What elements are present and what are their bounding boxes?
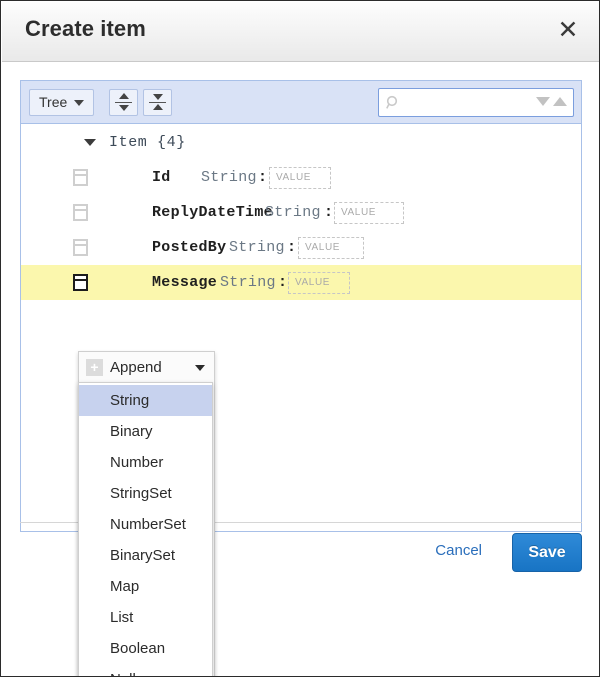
tree-row-root[interactable]: Item {4} (21, 125, 581, 160)
submenu-item-numberset[interactable]: NumberSet (79, 509, 212, 540)
submenu-item-string[interactable]: String (79, 385, 212, 416)
expand-all-icon (110, 90, 137, 115)
chevron-down-icon (74, 100, 84, 106)
collapse-all-icon (144, 90, 171, 115)
editor-toolbar: Tree (21, 81, 581, 124)
page-title: Create item (25, 16, 146, 42)
table-row[interactable]: Id String : VALUE (21, 160, 581, 195)
tree-row-colon: : (258, 169, 267, 186)
tree-row-colon: : (287, 239, 296, 256)
type-submenu: String Binary Number StringSet NumberSet… (78, 382, 213, 677)
search-input[interactable] (406, 89, 529, 118)
search-box (378, 88, 574, 117)
context-menu-item-label: Append (110, 359, 162, 376)
tree-row-type: String (229, 239, 285, 256)
tree-root-label: Item {4} (109, 134, 186, 151)
tree-row-key: ReplyDateTime (152, 204, 273, 221)
field-icon[interactable] (73, 274, 88, 291)
chevron-down-icon (195, 365, 205, 371)
table-row[interactable]: PostedBy String : VALUE (21, 230, 581, 265)
context-menu-item-append[interactable]: + Append (79, 352, 214, 383)
tree-row-type: String (265, 204, 321, 221)
search-icon (386, 95, 401, 110)
dialog-titlebar: Create item ✕ (2, 2, 600, 62)
table-row[interactable]: ReplyDateTime String : VALUE (21, 195, 581, 230)
create-item-dialog: Create item ✕ Tree (0, 0, 600, 677)
search-nav (536, 97, 567, 106)
tree-row-type: String (201, 169, 257, 186)
submenu-item-number[interactable]: Number (79, 447, 212, 478)
collapse-all-button[interactable] (143, 89, 172, 116)
submenu-item-stringset[interactable]: StringSet (79, 478, 212, 509)
close-icon[interactable]: ✕ (552, 14, 584, 46)
save-button[interactable]: Save (512, 533, 582, 572)
tree-row-value[interactable]: VALUE (269, 167, 331, 189)
tree-row-colon: : (278, 274, 287, 291)
tree-row-value[interactable]: VALUE (334, 202, 404, 224)
plus-icon: + (86, 359, 103, 376)
tree-row-colon: : (324, 204, 333, 221)
tree-row-value[interactable]: VALUE (298, 237, 364, 259)
mode-select-button[interactable]: Tree (29, 89, 94, 116)
triangle-down-icon[interactable] (84, 139, 96, 146)
triangle-up-icon[interactable] (553, 97, 567, 106)
cancel-button[interactable]: Cancel (435, 542, 482, 559)
field-icon[interactable] (73, 169, 88, 186)
field-icon[interactable] (73, 239, 88, 256)
submenu-item-boolean[interactable]: Boolean (79, 633, 212, 664)
triangle-down-icon[interactable] (536, 97, 550, 106)
tree-row-value[interactable]: VALUE (288, 272, 350, 294)
table-row[interactable]: Message String : VALUE (21, 265, 581, 300)
tree-row-key: Message (152, 274, 217, 291)
tree-row-key: PostedBy (152, 239, 226, 256)
tree-row-type: String (220, 274, 276, 291)
submenu-item-binary[interactable]: Binary (79, 416, 212, 447)
field-icon[interactable] (73, 204, 88, 221)
submenu-item-null[interactable]: Null (79, 664, 212, 677)
submenu-item-map[interactable]: Map (79, 571, 212, 602)
mode-select-label: Tree (39, 90, 67, 115)
expand-all-button[interactable] (109, 89, 138, 116)
submenu-item-list[interactable]: List (79, 602, 212, 633)
tree-row-key: Id (152, 169, 171, 186)
dialog-body: Tree (2, 62, 600, 675)
submenu-item-binaryset[interactable]: BinarySet (79, 540, 212, 571)
